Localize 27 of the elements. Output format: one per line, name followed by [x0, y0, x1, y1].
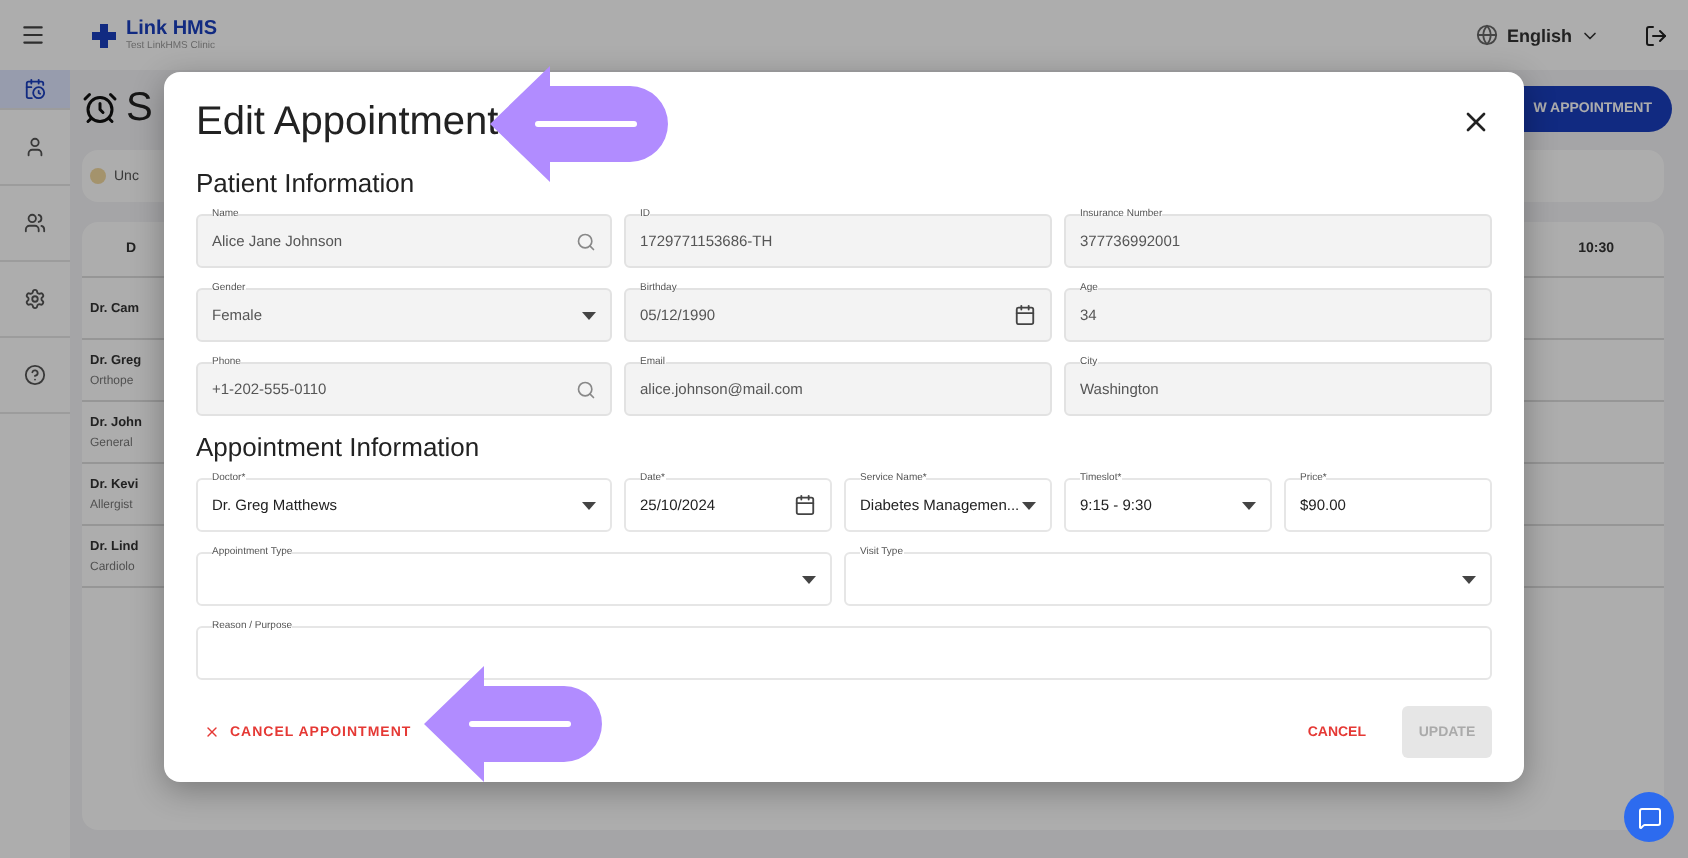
- gear-icon: [24, 288, 46, 310]
- logout-icon[interactable]: [1644, 23, 1668, 47]
- menu-icon[interactable]: [20, 22, 46, 48]
- dropdown-icon[interactable]: [802, 575, 816, 583]
- chat-button[interactable]: [1624, 792, 1674, 842]
- dropdown-icon[interactable]: [1022, 501, 1036, 509]
- brand-name: Link HMS: [126, 18, 218, 40]
- dropdown-icon[interactable]: [1462, 575, 1476, 583]
- group-icon: [24, 212, 46, 234]
- dropdown-icon[interactable]: [1242, 501, 1256, 509]
- status-dot: [90, 168, 106, 184]
- dropdown-icon[interactable]: [582, 501, 596, 509]
- globe-icon: [1476, 24, 1499, 46]
- sidebar-item[interactable]: [0, 70, 70, 110]
- help-icon: [24, 364, 46, 386]
- section-title: Patient Information: [196, 168, 417, 198]
- close-icon: [204, 724, 220, 740]
- dialog-title: Edit Appointment: [196, 99, 499, 145]
- clock-icon: [82, 90, 118, 126]
- logo-icon: [90, 23, 118, 47]
- section-title: Appointment Information: [196, 432, 482, 462]
- chat-icon: [1637, 805, 1661, 829]
- page-title: S: [126, 85, 153, 131]
- language-select[interactable]: English: [1506, 25, 1572, 45]
- calendar-icon: [24, 78, 46, 100]
- person-icon: [24, 136, 46, 158]
- calendar-icon[interactable]: [794, 494, 816, 516]
